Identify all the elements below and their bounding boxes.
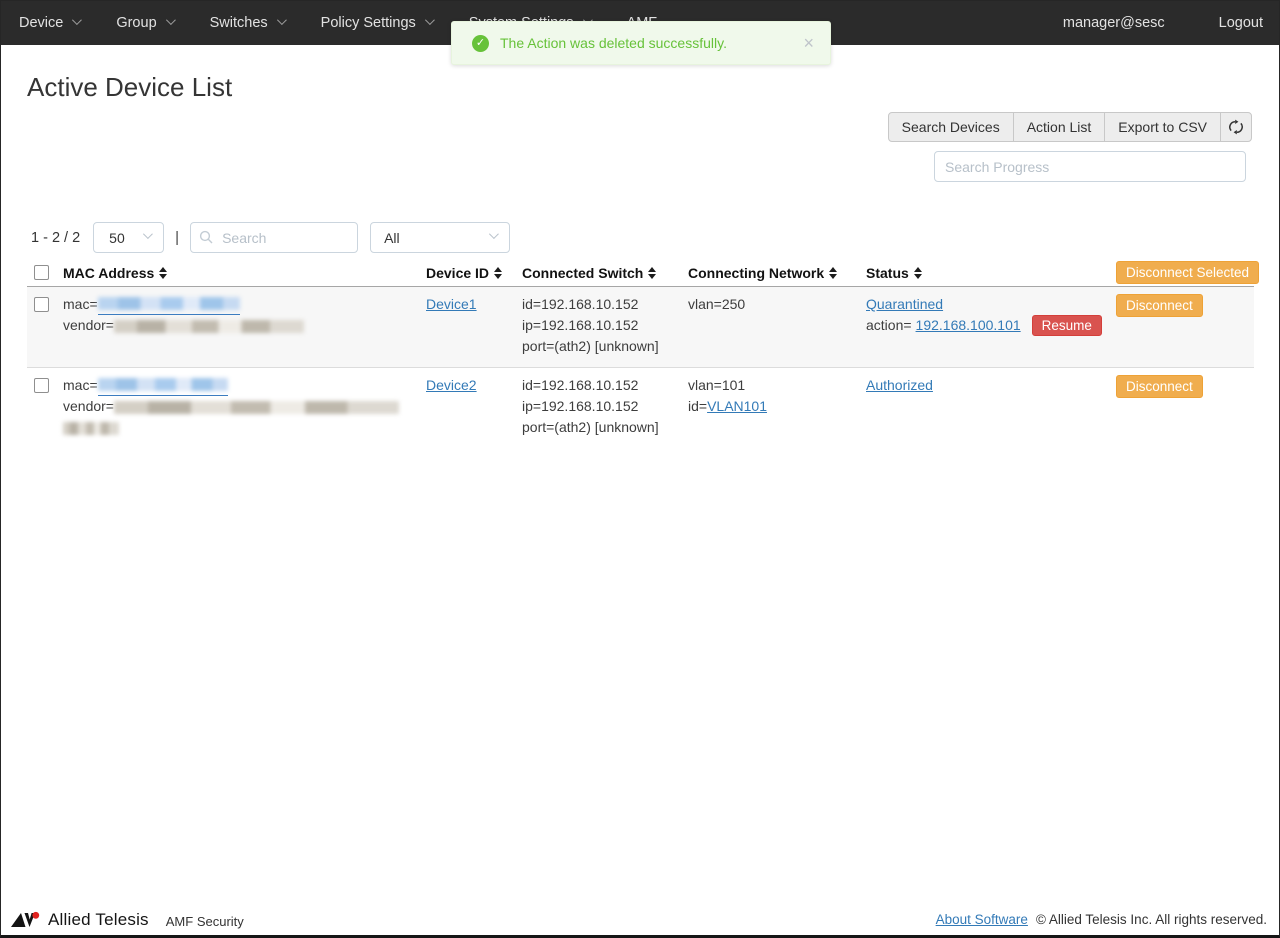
product-name: AMF Security (166, 914, 244, 929)
nav-menu-device[interactable]: Device (19, 15, 79, 31)
active-device-table: MAC Address Device ID Connected Switch C… (27, 259, 1254, 448)
sort-icon[interactable] (159, 267, 167, 279)
nav-menu-group[interactable]: Group (116, 15, 172, 31)
redacted-vendor-value (63, 422, 119, 435)
allied-telesis-logo-icon (11, 910, 41, 930)
toolbar-button-group: Search Devices Action List Export to CSV (888, 112, 1252, 142)
header-status[interactable]: Status (866, 265, 909, 281)
switch-port: port=(ath2) [unknown] (522, 417, 683, 438)
chevron-down-icon (277, 15, 287, 25)
page-title: Active Device List (27, 72, 232, 103)
nav-menu-group-label: Group (116, 15, 156, 31)
sort-icon[interactable] (914, 267, 922, 279)
switch-id: id=192.168.10.152 (522, 375, 683, 396)
redacted-mac-link[interactable] (98, 292, 240, 315)
chevron-down-icon (143, 229, 153, 239)
row-checkbox[interactable] (34, 297, 49, 312)
table-row: mac= vendor= Device2 id=192.168.10.152 i… (27, 368, 1254, 448)
chevron-down-icon (166, 15, 176, 25)
resume-button[interactable]: Resume (1032, 315, 1102, 336)
redacted-mac-value (98, 378, 228, 391)
nav-menu-policy-settings-label: Policy Settings (321, 15, 416, 31)
disconnect-selected-button[interactable]: Disconnect Selected (1116, 261, 1259, 284)
device-id-link[interactable]: Device1 (426, 296, 477, 312)
redacted-vendor-value (114, 320, 304, 333)
network-id-label: id= (688, 398, 707, 414)
switch-ip: ip=192.168.10.152 (522, 315, 683, 336)
header-connecting-network[interactable]: Connecting Network (688, 265, 824, 281)
vendor-label: vendor= (63, 317, 114, 333)
chevron-down-icon (489, 229, 499, 239)
status-filter-select[interactable]: All (370, 222, 510, 253)
nav-menu-policy-settings[interactable]: Policy Settings (321, 15, 432, 31)
network-id-link[interactable]: VLAN101 (707, 398, 767, 414)
action-list-button[interactable]: Action List (1013, 112, 1106, 142)
disconnect-button[interactable]: Disconnect (1116, 294, 1203, 317)
success-check-icon: ✓ (472, 35, 489, 52)
table-row: mac= vendor= Device1 id=192.168.10.152 i… (27, 287, 1254, 368)
redacted-vendor-value (114, 401, 399, 414)
page-size-select[interactable]: 50 (93, 222, 164, 253)
table-header-row: MAC Address Device ID Connected Switch C… (27, 259, 1254, 287)
pagination-bar: 1 - 2 / 2 50 | All (31, 222, 510, 253)
device-id-link[interactable]: Device2 (426, 377, 477, 393)
action-target-link[interactable]: 192.168.100.101 (912, 317, 1025, 333)
network-vlan: vlan=101 (688, 375, 861, 396)
result-range-label: 1 - 2 / 2 (31, 230, 80, 246)
search-devices-button[interactable]: Search Devices (888, 112, 1014, 142)
page-size-value: 50 (109, 230, 125, 246)
nav-menu-switches[interactable]: Switches (210, 15, 284, 31)
sort-icon[interactable] (494, 267, 502, 279)
switch-id: id=192.168.10.152 (522, 294, 683, 315)
refresh-icon (1228, 119, 1244, 135)
status-link[interactable]: Quarantined (866, 296, 943, 312)
switch-port: port=(ath2) [unknown] (522, 336, 683, 357)
mac-label: mac= (63, 377, 98, 393)
refresh-button[interactable] (1220, 112, 1252, 142)
disconnect-button[interactable]: Disconnect (1116, 375, 1203, 398)
account-label: manager@sesc (1063, 15, 1165, 31)
search-progress-input[interactable] (934, 151, 1246, 182)
table-search (190, 222, 358, 253)
vendor-label: vendor= (63, 398, 114, 414)
export-csv-button[interactable]: Export to CSV (1104, 112, 1221, 142)
table-search-input[interactable] (190, 222, 358, 253)
chevron-down-icon (425, 15, 435, 25)
switch-ip: ip=192.168.10.152 (522, 396, 683, 417)
brand-logo: Allied Telesis AMF Security (11, 910, 244, 930)
network-vlan: vlan=250 (688, 294, 861, 315)
status-link[interactable]: Authorized (866, 377, 933, 393)
brand-name: Allied Telesis (48, 910, 149, 930)
separator: | (175, 229, 179, 246)
footer: Allied Telesis AMF Security About Softwa… (1, 904, 1279, 935)
nav-menu-switches-label: Switches (210, 15, 268, 31)
logout-button[interactable]: Logout (1219, 15, 1263, 31)
toast-message: The Action was deleted successfully. (500, 35, 727, 51)
chevron-down-icon (72, 15, 82, 25)
action-label: action= (866, 317, 912, 333)
close-icon[interactable]: × (803, 34, 814, 52)
nav-menu-device-label: Device (19, 15, 63, 31)
about-software-link[interactable]: About Software (936, 912, 1028, 927)
sort-icon[interactable] (829, 267, 837, 279)
mac-label: mac= (63, 296, 98, 312)
search-icon (199, 230, 213, 244)
sort-icon[interactable] (648, 267, 656, 279)
row-checkbox[interactable] (34, 378, 49, 393)
header-mac-address[interactable]: MAC Address (63, 265, 154, 281)
redacted-mac-link[interactable] (98, 373, 228, 396)
select-all-checkbox[interactable] (34, 265, 49, 280)
status-filter-value: All (384, 230, 400, 246)
copyright-text: © Allied Telesis Inc. All rights reserve… (1036, 912, 1267, 927)
header-connected-switch[interactable]: Connected Switch (522, 265, 643, 281)
redacted-mac-value (98, 297, 240, 310)
success-toast: ✓ The Action was deleted successfully. × (451, 21, 831, 65)
header-device-id[interactable]: Device ID (426, 265, 489, 281)
